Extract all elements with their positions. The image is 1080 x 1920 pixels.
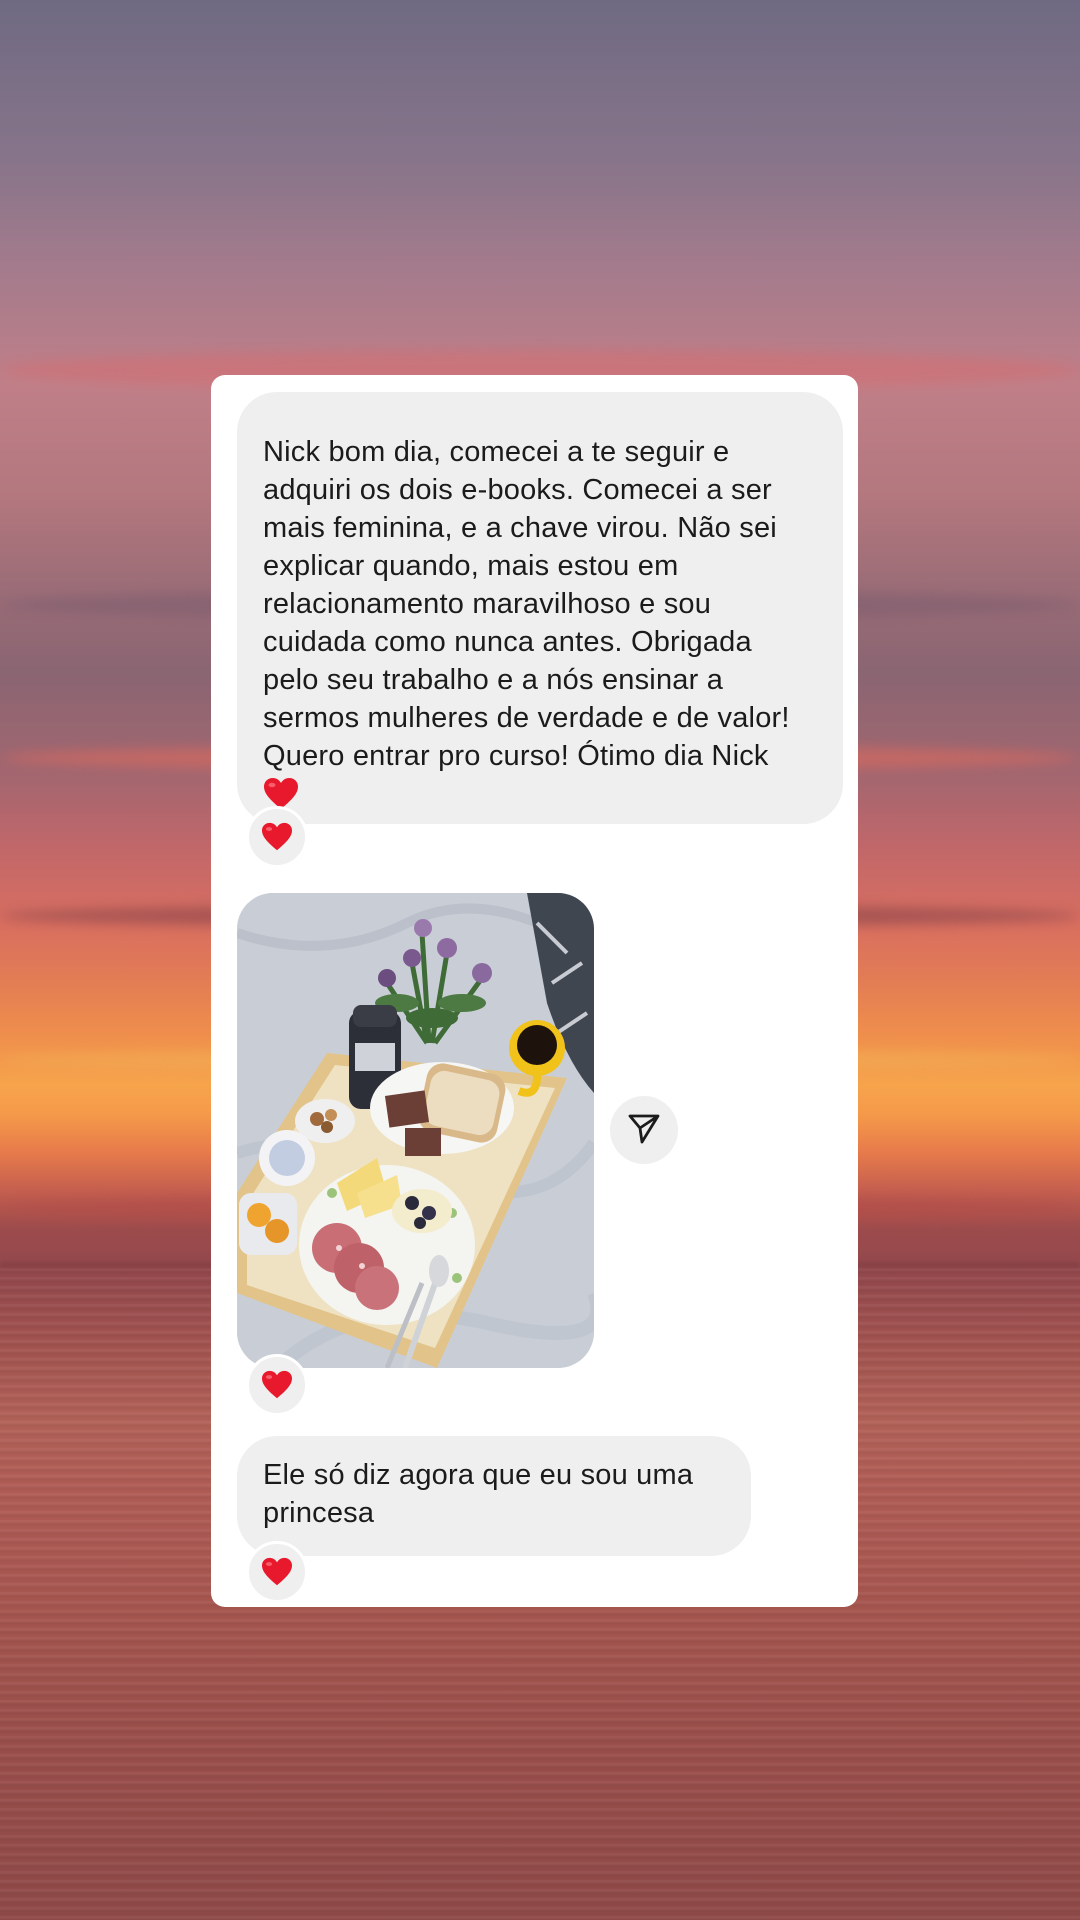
reaction-heart-3[interactable] — [246, 1541, 308, 1603]
heart-icon — [261, 1370, 293, 1400]
reaction-heart-1[interactable] — [246, 806, 308, 868]
message-text-1: Nick bom dia, comecei a te seguir e adqu… — [263, 436, 790, 772]
heart-icon — [261, 822, 293, 852]
dm-screenshot-card: Nick bom dia, comecei a te seguir e adqu… — [211, 375, 858, 1607]
reaction-heart-2[interactable] — [246, 1354, 308, 1416]
breakfast-tray-photo[interactable] — [237, 893, 594, 1368]
message-bubble-3[interactable]: Ele só diz agora que eu sou uma princesa — [237, 1436, 751, 1556]
heart-icon — [261, 1557, 293, 1587]
message-text-3: Ele só diz agora que eu sou uma princesa — [263, 1459, 694, 1529]
share-button[interactable] — [610, 1096, 678, 1164]
message-bubble-1[interactable]: Nick bom dia, comecei a te seguir e adqu… — [237, 392, 843, 824]
photo-illustration — [237, 893, 594, 1368]
share-icon — [627, 1111, 661, 1150]
